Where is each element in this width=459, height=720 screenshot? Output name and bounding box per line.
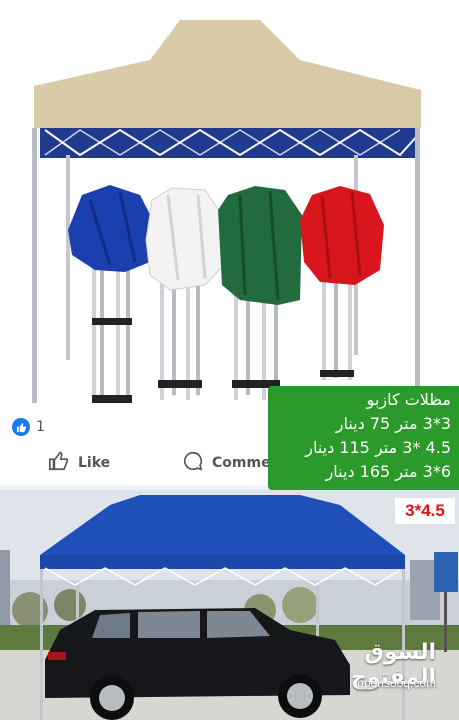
price-line-3x3: 3*3 متر 75 دينار [335, 414, 451, 433]
canopy-leg-back-left [66, 155, 70, 360]
product-photo-canopy-over-car: 3*4.5 السوق المفتوح opensooq.com [0, 490, 459, 720]
opensooq-watermark-english: opensooq.com [357, 676, 436, 690]
canopy-illustration [32, 20, 421, 403]
canopy-leg-right [415, 128, 420, 388]
folded-canopy-white [145, 187, 225, 400]
thumbs-up-icon [48, 450, 70, 476]
price-line-3x4-5: 4.5 *3 متر 115 دينار [305, 438, 451, 457]
folded-canopy-red [300, 186, 384, 380]
photo-caption [150, 0, 310, 6]
reaction-summary[interactable]: 1 [12, 417, 45, 437]
canopy-leg-left [32, 128, 37, 403]
like-label: Like [78, 455, 111, 471]
folded-canopy-blue [68, 185, 158, 403]
price-line-3x6: 6*3 متر 165 دينار [325, 462, 451, 481]
comment-bubble-icon [182, 450, 204, 476]
price-list-panel: مظلات كازبو 3*3 متر 75 دينار 4.5 *3 متر … [268, 386, 459, 490]
folded-canopy-green [218, 186, 302, 400]
size-badge: 3*4.5 [395, 498, 455, 524]
canopy-roof [34, 20, 421, 128]
like-button[interactable]: Like [48, 450, 110, 476]
product-photo-folded-canopies [0, 0, 459, 405]
like-reaction-icon [12, 418, 30, 436]
price-panel-title: مظلات كازبو [366, 390, 451, 409]
background-building [0, 550, 10, 630]
reaction-count: 1 [36, 419, 45, 435]
road-sign [434, 552, 458, 592]
